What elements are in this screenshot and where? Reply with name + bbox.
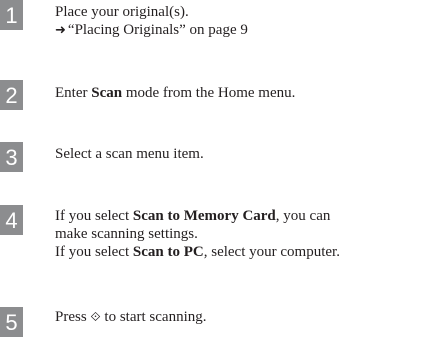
- step-text: Place your original(s). ➜ “Placing Origin…: [55, 3, 424, 40]
- option-name: Scan to Memory Card: [132, 208, 276, 224]
- text-run: Enter: [55, 85, 92, 101]
- step-number-badge: 3: [0, 142, 23, 172]
- link-text[interactable]: “Placing Originals” on page 9: [68, 22, 248, 38]
- text-run: make scanning settings.: [55, 226, 198, 242]
- option-name: Scan to PC: [132, 244, 204, 260]
- start-button-icon: ⟐: [90, 310, 101, 325]
- step-instruction: Place your original(s).: [55, 4, 189, 20]
- text-run: to start scanning.: [100, 309, 207, 325]
- text-run: , select your computer.: [203, 244, 340, 260]
- step-number-badge: 4: [0, 205, 23, 235]
- step-text: Enter Scan mode from the Home menu.: [55, 84, 424, 102]
- step-number-badge: 2: [0, 80, 23, 110]
- text-run: mode from the Home menu.: [122, 85, 296, 101]
- step-text: Select a scan menu item.: [55, 145, 424, 163]
- step-number-badge: 5: [0, 307, 23, 337]
- step-text: Press ⟐ to start scanning.: [55, 308, 424, 327]
- text-run: , you can: [275, 208, 331, 224]
- text-run: If you select: [55, 208, 133, 224]
- mode-name: Scan: [91, 85, 123, 101]
- step-instruction: Select a scan menu item.: [55, 146, 204, 162]
- cross-reference-link[interactable]: ➜ “Placing Originals” on page 9: [55, 21, 424, 40]
- step-number-badge: 1: [0, 0, 23, 30]
- text-run: Press: [55, 309, 91, 325]
- arrow-right-icon: ➜: [55, 23, 66, 38]
- text-run: If you select: [55, 244, 133, 260]
- step-text: If you select Scan to Memory Card, you c…: [55, 207, 424, 261]
